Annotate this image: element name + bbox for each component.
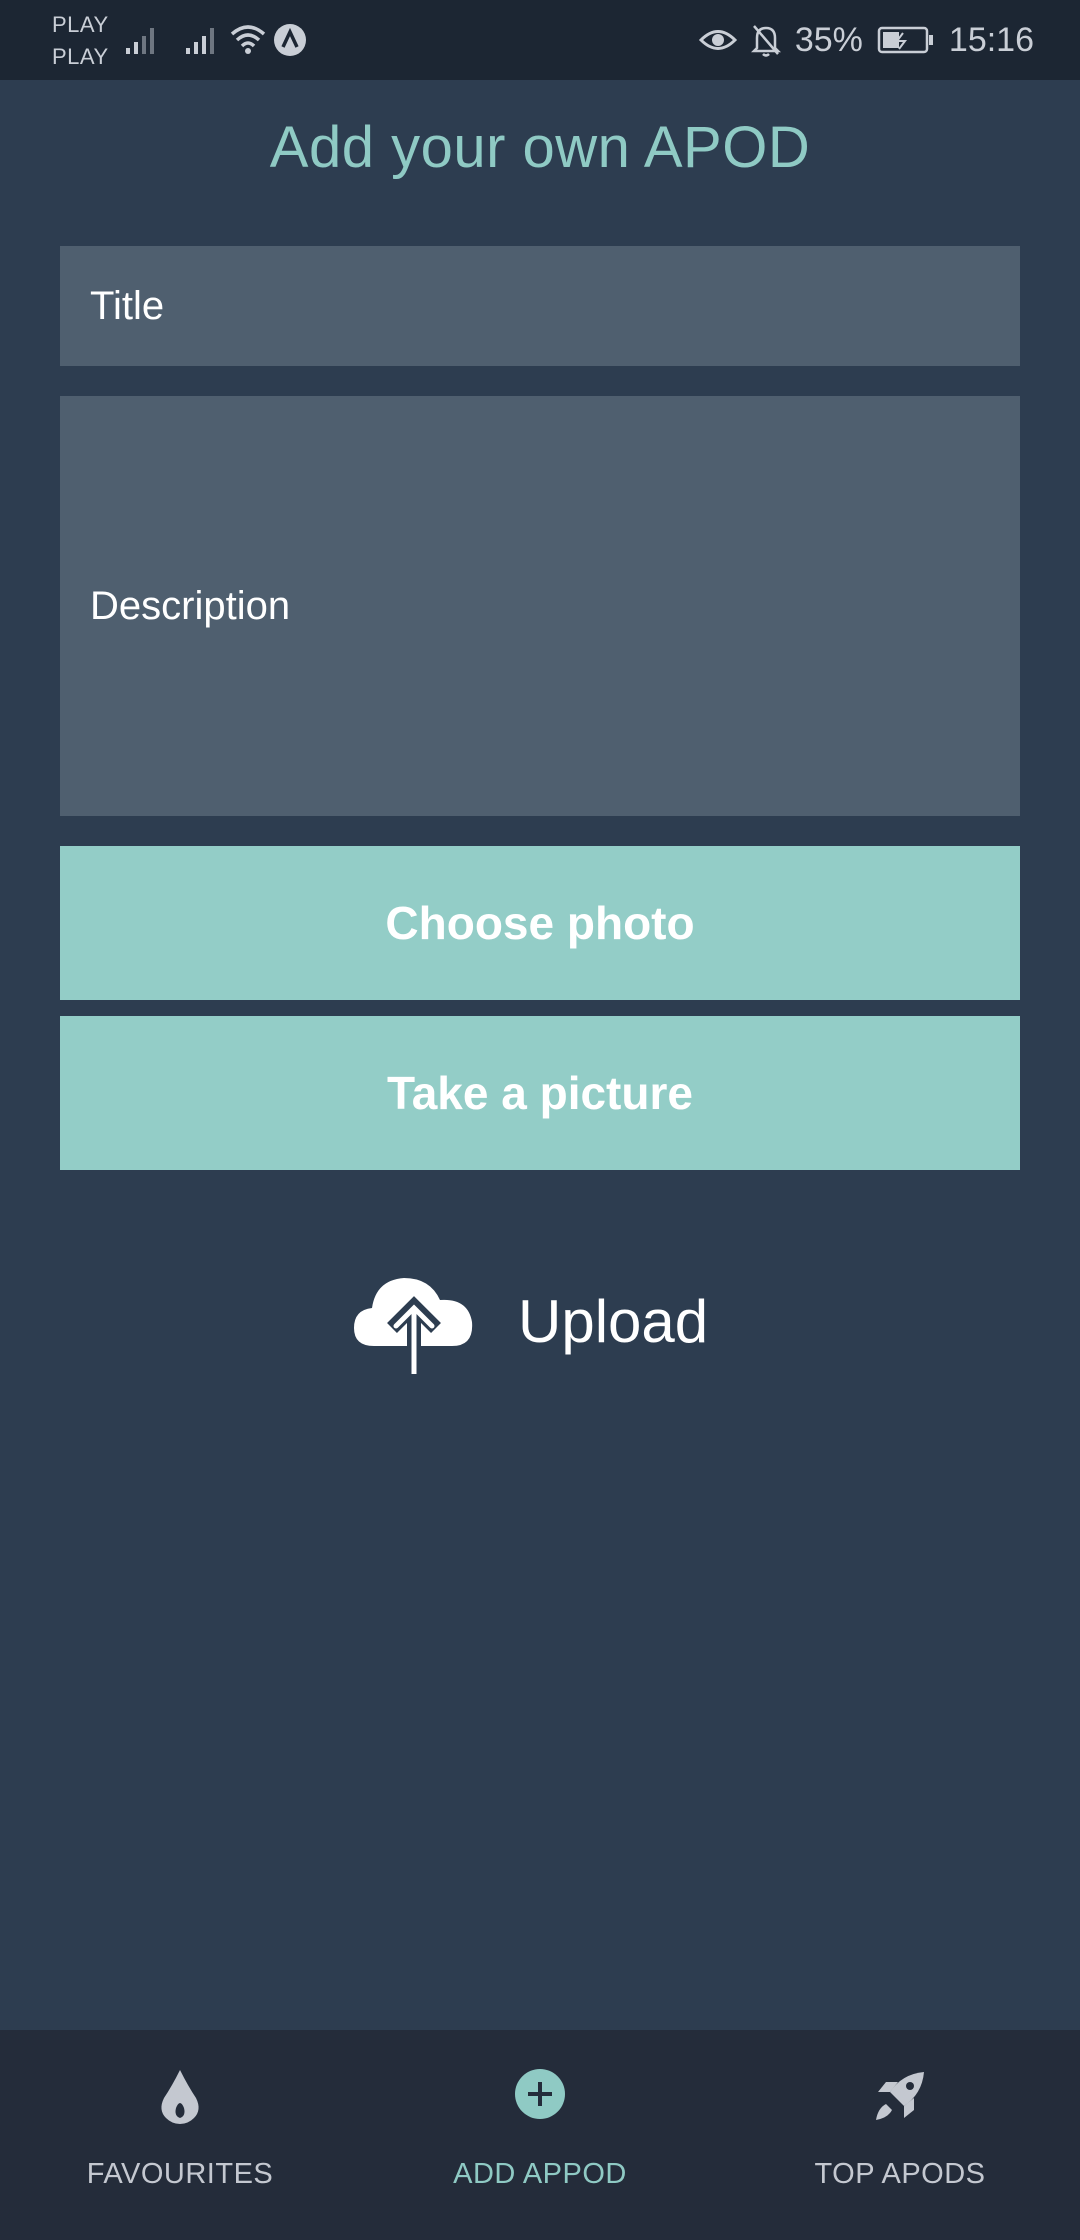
description-placeholder: Description bbox=[90, 583, 291, 628]
choose-photo-label: Choose photo bbox=[385, 897, 695, 949]
bell-off-icon bbox=[750, 25, 781, 57]
nav-add-appod-label: ADD APPOD bbox=[453, 2158, 627, 2190]
nav-top-apods[interactable]: TOP APODS bbox=[720, 2030, 1080, 2240]
status-bar: PLAY PLAY 35% 15:16 bbox=[0, 0, 1080, 80]
cloud-upload-icon bbox=[354, 1278, 473, 1374]
choose-photo-button[interactable]: Choose photo bbox=[60, 846, 1020, 1000]
title-placeholder: Title bbox=[90, 283, 165, 328]
app-notification-icon bbox=[274, 24, 306, 56]
plus-circle-icon bbox=[515, 2069, 565, 2119]
nav-favourites-label: FAVOURITES bbox=[86, 2158, 274, 2190]
take-picture-button[interactable]: Take a picture bbox=[60, 1016, 1020, 1170]
carrier-label: PLAY bbox=[52, 12, 109, 37]
battery-icon bbox=[877, 26, 933, 54]
flame-icon bbox=[161, 2070, 199, 2124]
wifi-icon bbox=[230, 25, 266, 54]
nav-top-apods-label: TOP APODS bbox=[814, 2158, 986, 2190]
rocket-icon bbox=[876, 2072, 924, 2120]
description-input[interactable]: Description bbox=[60, 396, 1020, 816]
signal-icon bbox=[126, 28, 154, 54]
title-input[interactable]: Title bbox=[60, 246, 1020, 366]
nav-favourites[interactable]: FAVOURITES bbox=[0, 2030, 360, 2240]
nav-add-appod[interactable]: ADD APPOD bbox=[360, 2030, 720, 2240]
take-picture-label: Take a picture bbox=[387, 1067, 693, 1119]
eye-icon bbox=[698, 30, 737, 50]
clock: 15:16 bbox=[948, 20, 1034, 59]
upload-label: Upload bbox=[518, 1287, 709, 1355]
carrier-label: PLAY bbox=[52, 44, 109, 69]
add-apod-screen: Add your own APOD Title Description Choo… bbox=[0, 80, 1080, 2030]
battery-percent: 35% bbox=[794, 20, 863, 59]
page-title: Add your own APOD bbox=[269, 115, 811, 180]
upload-button[interactable]: Upload bbox=[352, 1266, 708, 1376]
signal-icon bbox=[186, 28, 214, 54]
bottom-navigation: FAVOURITES ADD APPOD TOP APODS bbox=[0, 2030, 1080, 2240]
